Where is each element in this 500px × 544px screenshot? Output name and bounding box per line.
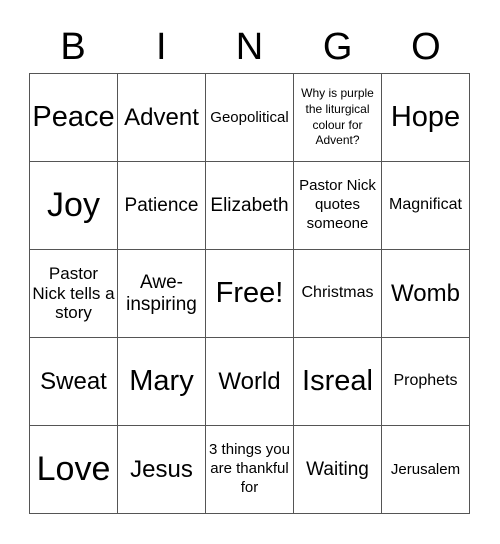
bingo-cell[interactable]: Magnificat: [382, 162, 470, 250]
header-letter-g: G: [322, 26, 353, 68]
bingo-cell[interactable]: World: [206, 338, 294, 426]
bingo-cell[interactable]: Jesus: [118, 426, 206, 514]
bingo-cell[interactable]: Peace: [30, 74, 118, 162]
bingo-header: B I N G O: [29, 22, 470, 72]
bingo-cell[interactable]: Awe-inspiring: [118, 250, 206, 338]
free-space-cell[interactable]: Free!: [206, 250, 294, 338]
header-letter-i: I: [156, 26, 167, 68]
bingo-cell[interactable]: Elizabeth: [206, 162, 294, 250]
bingo-cell[interactable]: Geopolitical: [206, 74, 294, 162]
header-letter-o: O: [411, 26, 441, 68]
bingo-cell[interactable]: Joy: [30, 162, 118, 250]
bingo-cell[interactable]: Advent: [118, 74, 206, 162]
header-letter-n: N: [235, 26, 264, 68]
bingo-cell[interactable]: Isreal: [294, 338, 382, 426]
bingo-cell[interactable]: Mary: [118, 338, 206, 426]
bingo-card-grid: Peace Advent Geopolitical Why is purple …: [29, 73, 470, 514]
bingo-cell[interactable]: Jerusalem: [382, 426, 470, 514]
bingo-cell[interactable]: Sweat: [30, 338, 118, 426]
bingo-cell[interactable]: Waiting: [294, 426, 382, 514]
bingo-cell[interactable]: Womb: [382, 250, 470, 338]
bingo-cell[interactable]: Christmas: [294, 250, 382, 338]
bingo-cell[interactable]: Patience: [118, 162, 206, 250]
bingo-cell[interactable]: Love: [30, 426, 118, 514]
bingo-cell[interactable]: Pastor Nick quotes someone: [294, 162, 382, 250]
bingo-cell[interactable]: Prophets: [382, 338, 470, 426]
bingo-cell[interactable]: Why is purple the liturgical colour for …: [294, 74, 382, 162]
bingo-cell[interactable]: 3 things you are thankful for: [206, 426, 294, 514]
bingo-cell[interactable]: Pastor Nick tells a story: [30, 250, 118, 338]
bingo-cell[interactable]: Hope: [382, 74, 470, 162]
header-letter-b: B: [60, 26, 86, 68]
